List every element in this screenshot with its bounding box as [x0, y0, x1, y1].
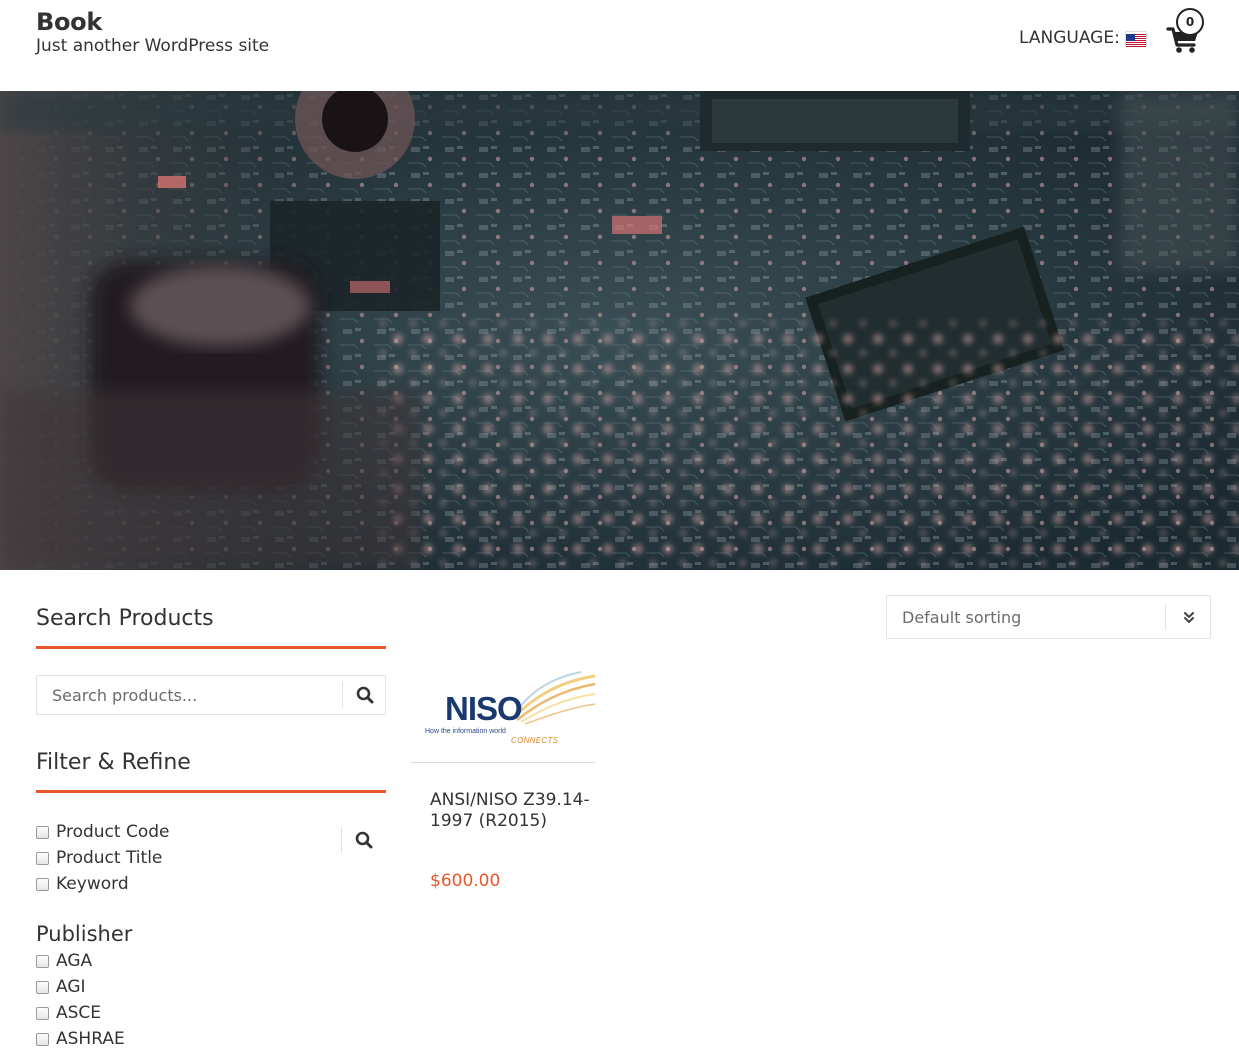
double-chevron-down-icon [1184, 612, 1194, 623]
product-card: NISO How the information world CONNECTS … [411, 660, 596, 891]
niso-logo-text: NISO [445, 690, 523, 727]
language-switcher[interactable]: LANGUAGE: [1019, 28, 1147, 48]
publisher-option-aga[interactable]: AGA [36, 951, 92, 971]
publisher-option-ashrae[interactable]: ASHRAE [36, 1029, 125, 1049]
publisher-label: AGI [56, 977, 86, 997]
filter-option-product-title[interactable]: Product Title [36, 848, 162, 868]
search-icon [356, 686, 374, 704]
filter-option-label: Product Title [56, 848, 163, 868]
us-flag-icon[interactable] [1124, 30, 1147, 47]
checkbox[interactable] [36, 980, 49, 994]
cart-count-badge: 0 [1176, 8, 1204, 36]
search-button[interactable] [343, 676, 387, 714]
filter-option-label: Product Code [56, 822, 170, 842]
publisher-label: ASCE [56, 1003, 102, 1023]
filter-refine-heading: Filter & Refine [36, 750, 191, 775]
checkbox[interactable] [36, 877, 49, 891]
search-products-heading: Search Products [36, 606, 214, 631]
filter-option-product-code[interactable]: Product Code [36, 822, 169, 842]
site-tagline: Just another WordPress site [36, 36, 270, 56]
checkbox[interactable] [36, 851, 49, 865]
niso-logo-swoosh [511, 671, 596, 725]
filter-option-label: Keyword [56, 874, 129, 894]
publisher-heading: Publisher [36, 922, 133, 946]
language-label: LANGUAGE: [1019, 28, 1120, 48]
search-icon [355, 831, 373, 849]
publisher-label: AGA [56, 951, 93, 971]
checkbox[interactable] [36, 825, 49, 839]
checkbox[interactable] [36, 1006, 49, 1020]
publisher-option-asce[interactable]: ASCE [36, 1003, 101, 1023]
product-thumbnail[interactable]: NISO How the information world CONNECTS [411, 660, 596, 763]
sort-divider [1165, 604, 1166, 630]
filter-heading-underline [36, 790, 386, 793]
publisher-option-agi[interactable]: AGI [36, 977, 86, 997]
search-heading-underline [36, 646, 386, 649]
checkbox[interactable] [36, 954, 49, 968]
product-search-form [36, 675, 386, 715]
publisher-label: ASHRAE [56, 1029, 125, 1049]
niso-logo-tagline: How the information world [425, 728, 506, 735]
cart-button[interactable]: 0 [1166, 8, 1204, 56]
sort-dropdown[interactable]: Default sorting [886, 595, 1211, 639]
sort-selected-value: Default sorting [902, 608, 1022, 627]
checkbox[interactable] [36, 1032, 49, 1046]
hero-banner-image [0, 91, 1239, 570]
product-price: $600.00 [430, 871, 501, 891]
site-header: Book Just another WordPress site LANGUAG… [0, 0, 1239, 91]
search-input[interactable] [37, 676, 341, 714]
niso-logo-connects: CONNECTS [511, 736, 559, 745]
product-title-link[interactable]: ANSI/NISO Z39.14-1997 (R2015) [430, 790, 590, 832]
filter-search-button[interactable] [342, 822, 386, 858]
site-title[interactable]: Book [36, 8, 102, 36]
filter-option-keyword[interactable]: Keyword [36, 874, 129, 894]
